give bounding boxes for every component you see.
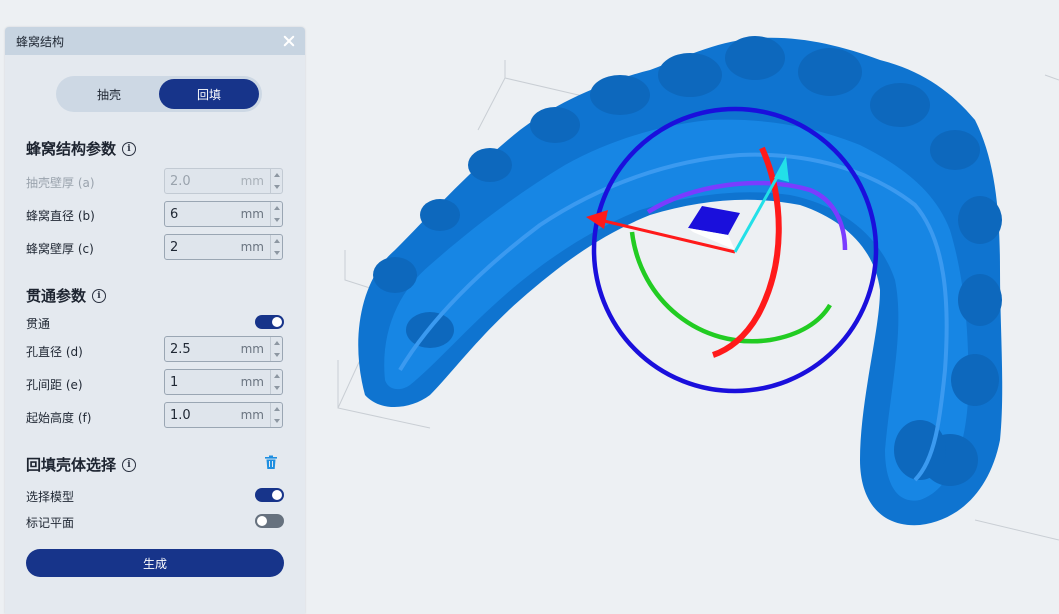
dental-model[interactable] [358,36,1003,526]
mark-plane-toggle[interactable] [255,514,284,528]
honeycomb-wall-input[interactable]: 2 mm [164,234,283,260]
hole-spacing-label: 孔间距 (e) [26,378,83,392]
panel-header: 蜂窝结构 [5,27,305,55]
honeycomb-params-heading: 蜂窝结构参数 i [26,138,137,159]
hole-diameter-label: 孔直径 (d) [26,345,83,359]
start-height-label: 起始高度 (f) [26,411,92,425]
info-icon[interactable]: i [122,141,137,156]
hole-spacing-input[interactable]: 1 mm [164,369,283,395]
shell-thickness-stepper [270,169,282,193]
shell-thickness-input: 2.0 mm [164,168,283,194]
gizmo-y-ring[interactable] [629,231,832,344]
mark-plane-label: 标记平面 [26,516,75,530]
honeycomb-diameter-label: 蜂窝直径 (b) [26,209,95,223]
tab-shell[interactable]: 抽壳 [59,79,159,109]
honeycomb-diameter-stepper[interactable] [270,202,282,226]
shell-thickness-label: 抽壳壁厚 (a) [26,176,95,190]
fill-shell-heading: 回填壳体选择 i [26,454,137,475]
generate-button[interactable]: 生成 [26,549,284,577]
mode-segmented-control: 抽壳 回填 [56,76,262,112]
hole-diameter-input[interactable]: 2.5 mm [164,336,283,362]
start-height-input[interactable]: 1.0 mm [164,402,283,428]
trash-icon[interactable] [264,455,278,470]
through-toggle-label: 贯通 [26,317,51,331]
honeycomb-panel: 蜂窝结构 抽壳 回填 蜂窝结构参数 i 抽壳壁厚 (a) 2.0 mm 蜂窝直径… [5,27,305,614]
through-toggle[interactable] [255,315,284,329]
select-model-toggle[interactable] [255,488,284,502]
tab-backfill[interactable]: 回填 [159,79,259,109]
hole-spacing-stepper[interactable] [270,370,282,394]
select-model-label: 选择模型 [26,490,75,504]
honeycomb-wall-stepper[interactable] [270,235,282,259]
info-icon[interactable]: i [122,457,137,472]
panel-title: 蜂窝结构 [16,34,65,49]
hole-diameter-stepper[interactable] [270,337,282,361]
start-height-stepper[interactable] [270,403,282,427]
info-icon[interactable]: i [92,288,107,303]
close-icon[interactable] [281,33,297,49]
honeycomb-diameter-input[interactable]: 6 mm [164,201,283,227]
honeycomb-wall-label: 蜂窝壁厚 (c) [26,242,94,256]
through-params-heading: 贯通参数 i [26,285,107,306]
